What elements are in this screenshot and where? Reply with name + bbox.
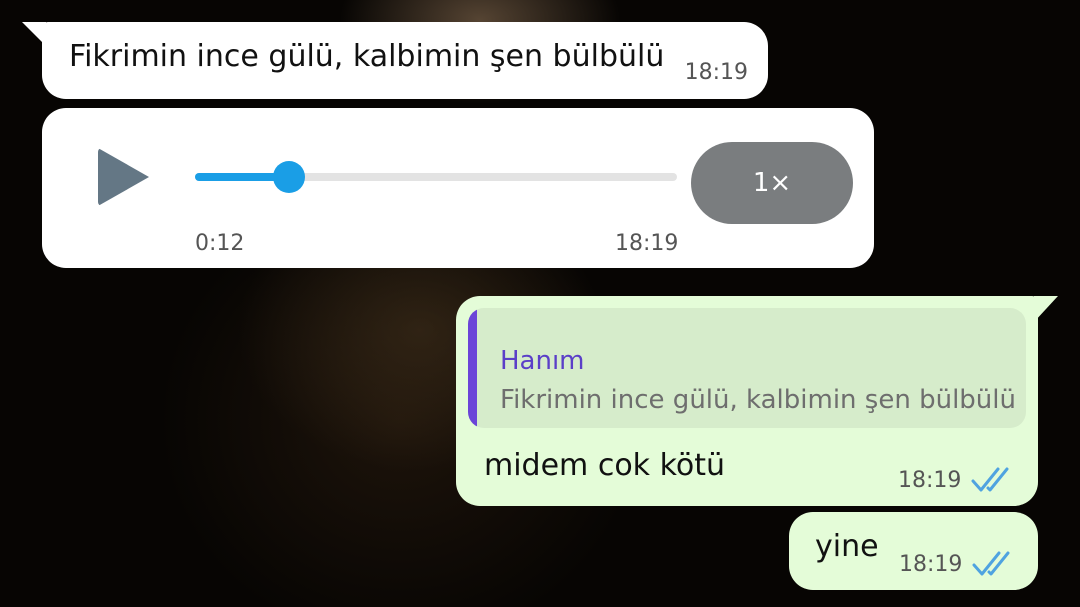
voice-progress-handle[interactable]	[272, 161, 305, 193]
outgoing-message-bubble[interactable]: yine 18:19	[789, 512, 1038, 590]
double-check-icon	[972, 551, 1010, 576]
quoted-message[interactable]: Hanım Fikrimin ince gülü, kalbimin şen b…	[468, 308, 1026, 428]
message-time: 18:19	[615, 231, 679, 256]
message-time: 18:19	[898, 468, 962, 493]
playback-speed-button[interactable]: 1×	[691, 142, 853, 224]
voice-duration: 0:12	[195, 231, 245, 256]
outgoing-reply-bubble[interactable]: Hanım Fikrimin ince gülü, kalbimin şen b…	[456, 296, 1058, 506]
bubble-tail	[1034, 296, 1058, 322]
incoming-message-bubble[interactable]: Fikrimin ince gülü, kalbimin şen bülbülü…	[22, 22, 768, 99]
message-text: Fikrimin ince gülü, kalbimin şen bülbülü	[69, 39, 665, 74]
message-time: 18:19	[684, 60, 748, 85]
voice-progress-track[interactable]	[195, 161, 677, 193]
quote-text: Fikrimin ince gülü, kalbimin şen bülbülü	[500, 385, 1016, 415]
play-icon[interactable]	[98, 148, 149, 206]
bubble-tail	[22, 22, 46, 46]
quote-accent-bar	[468, 308, 477, 428]
message-text: midem cok kötü	[484, 448, 726, 483]
double-check-icon	[971, 467, 1009, 492]
message-text: yine	[815, 529, 879, 564]
quote-author: Hanım	[500, 346, 585, 376]
message-time: 18:19	[899, 552, 963, 577]
